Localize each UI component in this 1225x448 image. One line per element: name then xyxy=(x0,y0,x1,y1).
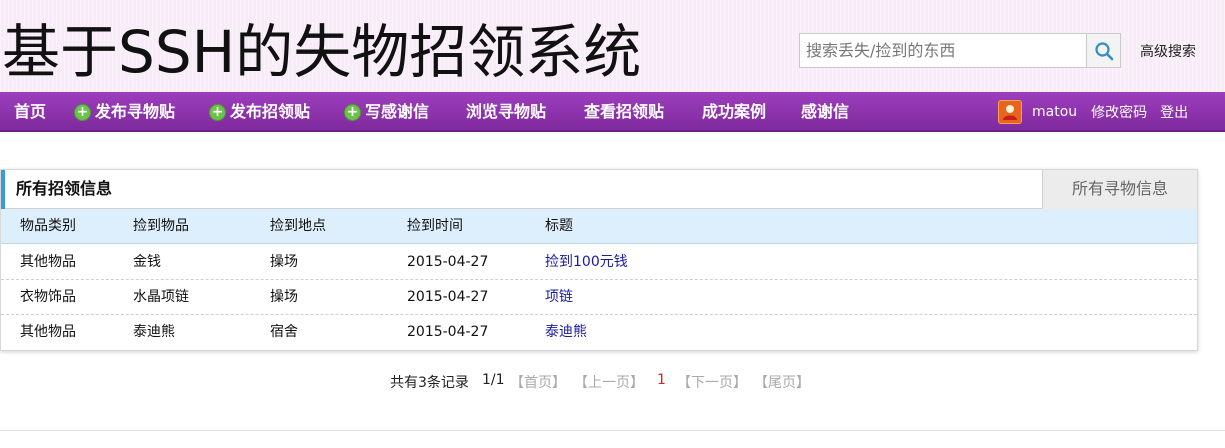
footer-divider xyxy=(0,430,1225,431)
table-header: 物品类别 捡到物品 捡到地点 捡到时间 标题 xyxy=(1,209,1197,244)
cell-title-link[interactable]: 捡到100元钱 xyxy=(545,245,628,280)
column-header: 捡到时间 xyxy=(407,218,463,234)
nav-view-found[interactable]: 查看招领贴 xyxy=(584,92,664,132)
user-area: matou 修改密码 登出 xyxy=(998,92,1188,132)
cell-date: 2015-04-27 xyxy=(407,324,489,340)
search-input[interactable] xyxy=(800,34,1086,67)
nav-success-cases[interactable]: 成功案例 xyxy=(702,92,766,132)
cell-title-link[interactable]: 项链 xyxy=(545,280,573,315)
panel-accent-bar xyxy=(1,170,5,209)
record-count: 共有3条记录 xyxy=(390,375,469,391)
cell-date: 2015-04-27 xyxy=(407,289,489,305)
search-button[interactable] xyxy=(1086,34,1120,67)
panel-title: 所有招领信息 xyxy=(16,179,113,198)
cell-location: 宿舍 xyxy=(270,324,298,340)
cell-category: 其他物品 xyxy=(20,254,76,270)
avatar[interactable] xyxy=(998,100,1022,124)
next-page-link[interactable]: 【下一页】 xyxy=(677,372,747,392)
cell-item: 水晶项链 xyxy=(133,289,189,305)
found-items-panel: 所有招领信息 所有寻物信息 物品类别 捡到物品 捡到地点 捡到时间 标题 其他物… xyxy=(0,169,1198,351)
cell-location: 操场 xyxy=(270,289,298,305)
search-icon xyxy=(1094,41,1113,60)
table-row: 衣物饰品 水晶项链 操场 2015-04-27 项链 xyxy=(1,280,1197,315)
site-title: 基于SSH的失物招领系统 xyxy=(2,18,642,86)
last-page-link[interactable]: 【尾页】 xyxy=(754,372,810,392)
change-password-link[interactable]: 修改密码 xyxy=(1091,102,1147,122)
cell-category: 其他物品 xyxy=(20,324,76,340)
search-box xyxy=(799,33,1121,68)
logout-link[interactable]: 登出 xyxy=(1160,102,1188,122)
column-header: 标题 xyxy=(545,218,573,234)
username[interactable]: matou xyxy=(1032,104,1077,120)
cell-item: 泰迪熊 xyxy=(133,324,175,340)
column-header: 物品类别 xyxy=(20,218,76,234)
plus-circle-icon: + xyxy=(209,103,226,121)
prev-page-link[interactable]: 【上一页】 xyxy=(574,372,644,392)
column-header: 捡到地点 xyxy=(270,218,326,234)
nav-post-found[interactable]: + 发布招领贴 xyxy=(209,92,310,132)
panel-header: 所有招领信息 所有寻物信息 xyxy=(1,170,1197,209)
cell-title-link[interactable]: 泰迪熊 xyxy=(545,315,587,350)
table-row: 其他物品 金钱 操场 2015-04-27 捡到100元钱 xyxy=(1,245,1197,280)
nav-write-thanks[interactable]: + 写感谢信 xyxy=(344,92,429,132)
cell-category: 衣物饰品 xyxy=(20,289,76,305)
nav-home[interactable]: 首页 xyxy=(14,92,46,132)
nav-thank-letters[interactable]: 感谢信 xyxy=(801,92,849,132)
table-row: 其他物品 泰迪熊 宿舍 2015-04-27 泰迪熊 xyxy=(1,315,1197,350)
main-nav: 首页 + 发布寻物贴 + 发布招领贴 + 写感谢信 浏览寻物贴 查看招领贴 成功… xyxy=(0,92,1225,132)
nav-post-lost[interactable]: + 发布寻物贴 xyxy=(74,92,175,132)
advanced-search-link[interactable]: 高级搜索 xyxy=(1140,41,1196,61)
page-indicator: 1/1 xyxy=(482,372,505,388)
plus-circle-icon: + xyxy=(74,103,91,121)
cell-item: 金钱 xyxy=(133,254,161,270)
cell-location: 操场 xyxy=(270,254,298,270)
current-page: 1 xyxy=(657,372,666,388)
first-page-link[interactable]: 【首页】 xyxy=(510,372,566,392)
site-header: 基于SSH的失物招领系统 高级搜索 xyxy=(0,0,1225,92)
column-header: 捡到物品 xyxy=(133,218,189,234)
nav-browse-lost[interactable]: 浏览寻物贴 xyxy=(466,92,546,132)
user-avatar-icon xyxy=(1003,105,1017,120)
plus-circle-icon: + xyxy=(344,103,361,121)
cell-date: 2015-04-27 xyxy=(407,254,489,270)
tab-all-lost-info[interactable]: 所有寻物信息 xyxy=(1042,170,1197,209)
